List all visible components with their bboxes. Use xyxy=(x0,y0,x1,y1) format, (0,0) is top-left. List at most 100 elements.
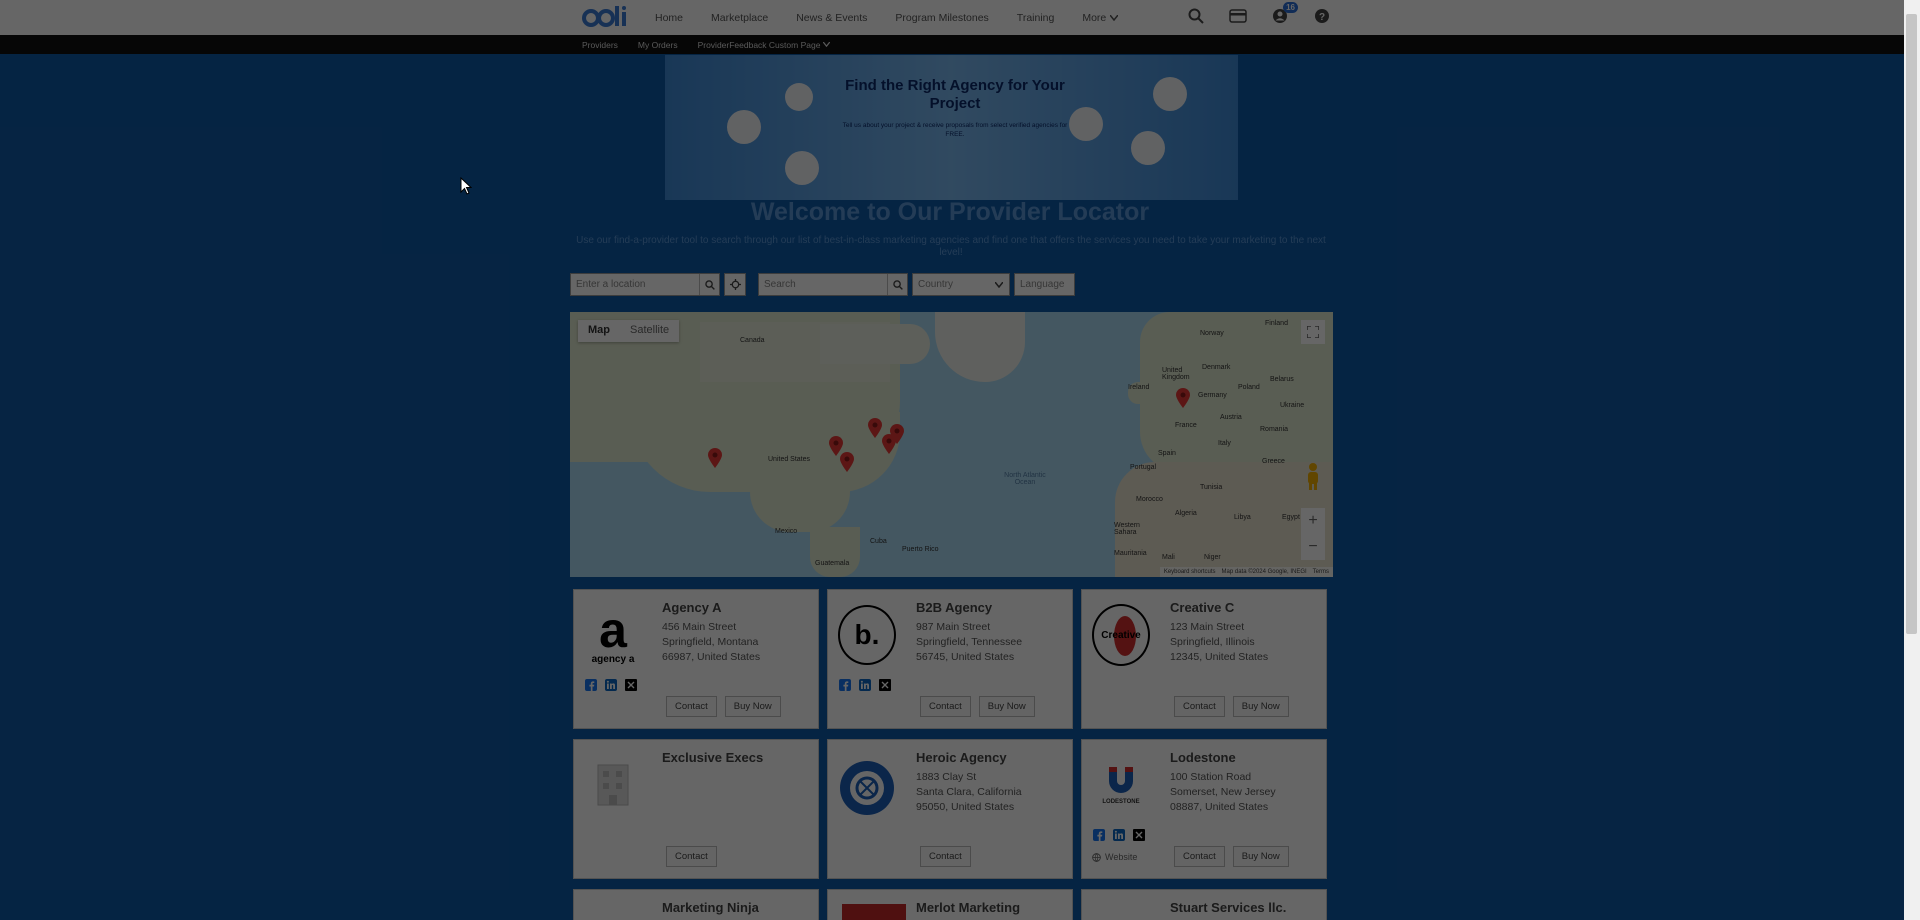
contact-button[interactable]: Contact xyxy=(920,696,971,717)
map-label: Denmark xyxy=(1202,364,1231,371)
map-pin-icon[interactable] xyxy=(1176,388,1190,408)
subnav-providers[interactable]: Providers xyxy=(582,40,618,50)
contact-button[interactable]: Contact xyxy=(920,846,971,867)
magnet-icon xyxy=(1109,767,1133,793)
provider-name[interactable]: Stuart Services llc. xyxy=(1170,900,1286,915)
street-view-pegman-icon[interactable] xyxy=(1304,462,1322,490)
provider-card: Stuart Services llc. xyxy=(1081,889,1327,920)
nav-news-events[interactable]: News & Events xyxy=(796,12,867,24)
location-input[interactable]: Enter a location xyxy=(570,273,720,296)
map-label: Ukraine xyxy=(1280,402,1305,409)
keyword-search-input[interactable]: Search xyxy=(758,273,908,296)
contact-button[interactable]: Contact xyxy=(666,696,717,717)
provider-name[interactable]: B2B Agency xyxy=(916,600,992,615)
country-select[interactable]: Country xyxy=(912,273,1010,296)
x-twitter-icon[interactable] xyxy=(1132,828,1146,842)
x-twitter-icon[interactable] xyxy=(878,678,892,692)
map-label: Belarus xyxy=(1270,376,1294,383)
banner-decoration xyxy=(1131,131,1165,165)
x-twitter-icon[interactable] xyxy=(624,678,638,692)
nav-home[interactable]: Home xyxy=(655,12,683,24)
buy-now-button[interactable]: Buy Now xyxy=(724,696,781,717)
provider-name[interactable]: Marketing Ninja xyxy=(662,900,759,915)
provider-logo: a agency a xyxy=(591,601,635,665)
linkedin-icon[interactable] xyxy=(1112,828,1126,842)
tab-satellite[interactable]: Satellite xyxy=(620,320,679,342)
provider-name[interactable]: Merlot Marketing xyxy=(916,900,1020,915)
map-label: Niger xyxy=(1204,554,1221,561)
map-label: Canada xyxy=(740,337,765,344)
subnav-my-orders[interactable]: My Orders xyxy=(638,40,678,50)
nav-more[interactable]: More xyxy=(1082,12,1119,24)
top-navbar: Home Marketplace News & Events Program M… xyxy=(0,0,1904,35)
provider-city: Somerset, New Jersey xyxy=(1170,786,1276,798)
map-label: Finland xyxy=(1265,320,1288,327)
provider-address: 1883 Clay St Santa Clara, California 950… xyxy=(916,770,1022,815)
provider-card: Creative Creative C 123 Main Street Spri… xyxy=(1081,589,1327,729)
fullscreen-icon[interactable] xyxy=(1301,320,1325,344)
linkedin-icon[interactable] xyxy=(858,678,872,692)
heroic-agency-logo xyxy=(840,761,894,815)
map-pin-icon[interactable] xyxy=(708,448,722,468)
map-pin-icon[interactable] xyxy=(868,418,882,438)
provider-name[interactable]: Heroic Agency xyxy=(916,750,1007,765)
map-label: Austria xyxy=(1220,414,1242,421)
buy-now-button[interactable]: Buy Now xyxy=(978,696,1035,717)
map-label: Italy xyxy=(1218,440,1231,447)
contact-button[interactable]: Contact xyxy=(666,846,717,867)
page-scrollbar-thumb[interactable] xyxy=(1906,14,1917,634)
map-label: Germany xyxy=(1198,392,1227,399)
map-label: Guatemala xyxy=(815,560,850,567)
tab-map[interactable]: Map xyxy=(578,320,620,342)
locate-me-button[interactable] xyxy=(724,273,746,296)
search-icon[interactable] xyxy=(699,274,719,295)
provider-address: 100 Station Road Somerset, New Jersey 08… xyxy=(1170,770,1276,815)
facebook-icon[interactable] xyxy=(584,678,598,692)
brand-logo[interactable] xyxy=(582,4,634,30)
provider-map[interactable]: Map Satellite + − Canada United States M… xyxy=(570,312,1333,577)
buy-now-button[interactable]: Buy Now xyxy=(1232,846,1289,867)
provider-street: 100 Station Road xyxy=(1170,771,1252,783)
user-account-icon[interactable]: 16 xyxy=(1270,2,1298,26)
map-label: Mauritania xyxy=(1114,550,1147,557)
help-icon[interactable]: ? xyxy=(1312,6,1332,26)
promo-banner[interactable]: Find the Right Agency for Your Project T… xyxy=(665,55,1238,200)
buy-now-button[interactable]: Buy Now xyxy=(1232,696,1289,717)
provider-name[interactable]: Creative C xyxy=(1170,600,1234,615)
provider-name[interactable]: Exclusive Execs xyxy=(662,750,763,765)
map-pin-icon[interactable] xyxy=(840,452,854,472)
provider-city: Santa Clara, California xyxy=(916,786,1022,798)
facebook-icon[interactable] xyxy=(838,678,852,692)
provider-name[interactable]: Agency A xyxy=(662,600,721,615)
zoom-in-button[interactable]: + xyxy=(1308,512,1317,530)
website-link[interactable]: Website xyxy=(1092,852,1137,862)
subnav-provider-feedback[interactable]: ProviderFeedback Custom Page xyxy=(698,40,831,50)
map-type-control: Map Satellite xyxy=(578,320,680,342)
nav-training[interactable]: Training xyxy=(1017,12,1055,24)
language-select[interactable]: Language xyxy=(1014,273,1075,296)
map-land xyxy=(750,482,850,532)
provider-zip: 95050, United States xyxy=(916,801,1015,813)
map-label: Western Sahara xyxy=(1114,522,1140,536)
credit-card-icon[interactable] xyxy=(1228,6,1248,26)
provider-name[interactable]: Lodestone xyxy=(1170,750,1236,765)
banner-decoration xyxy=(727,110,761,144)
terms-link[interactable]: Terms xyxy=(1313,569,1329,575)
map-pin-icon[interactable] xyxy=(890,424,904,444)
facebook-icon[interactable] xyxy=(1092,828,1106,842)
linkedin-icon[interactable] xyxy=(604,678,618,692)
search-icon[interactable] xyxy=(1186,6,1206,26)
map-label: Mali xyxy=(1162,554,1175,561)
search-icon[interactable] xyxy=(887,274,907,295)
keyword-search-placeholder: Search xyxy=(764,279,796,290)
map-label: United States xyxy=(768,456,811,463)
map-label: Ireland xyxy=(1128,384,1150,391)
contact-button[interactable]: Contact xyxy=(1174,696,1225,717)
keyboard-shortcuts-link[interactable]: Keyboard shortcuts xyxy=(1164,569,1216,575)
website-link-label: Website xyxy=(1105,852,1138,862)
zoom-out-button[interactable]: − xyxy=(1308,538,1317,556)
nav-program-milestones[interactable]: Program Milestones xyxy=(895,12,988,24)
provider-zip: 12345, United States xyxy=(1170,651,1269,663)
contact-button[interactable]: Contact xyxy=(1174,846,1225,867)
nav-marketplace[interactable]: Marketplace xyxy=(711,12,768,24)
